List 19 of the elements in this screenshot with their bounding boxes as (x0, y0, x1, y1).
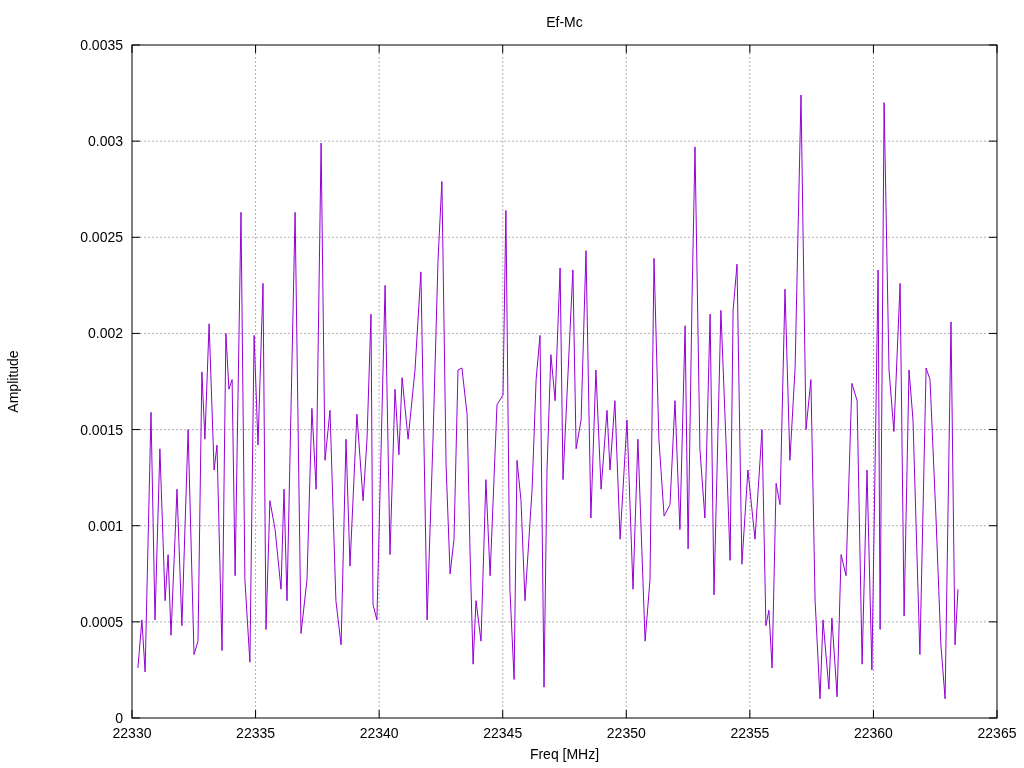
axis-label: Freq [MHz] (529, 746, 600, 762)
tick-label: 22360 (853, 725, 893, 741)
axis-label: Amplitude (5, 350, 21, 413)
tick-label: 0.0025 (80, 229, 123, 246)
tick-label: 22350 (606, 725, 646, 741)
tick-label: 0.003 (87, 133, 123, 150)
tick-label: 22345 (483, 725, 523, 741)
tick-label: 0.002 (87, 325, 123, 342)
chart-title: Ef-Mc (546, 14, 583, 30)
tick-label: 0 (115, 710, 123, 726)
tick-label: 22340 (359, 725, 399, 741)
tick-label: 0.0015 (80, 421, 123, 438)
tick-label: 0.001 (87, 517, 123, 534)
tick-label: 0.0005 (80, 613, 123, 630)
tick-label: 0.0035 (80, 37, 123, 53)
tick-label: 22355 (730, 725, 770, 741)
tick-label: 22335 (236, 725, 276, 741)
tick-label: 22365 (977, 725, 1017, 741)
tick-label: 22330 (112, 725, 152, 741)
